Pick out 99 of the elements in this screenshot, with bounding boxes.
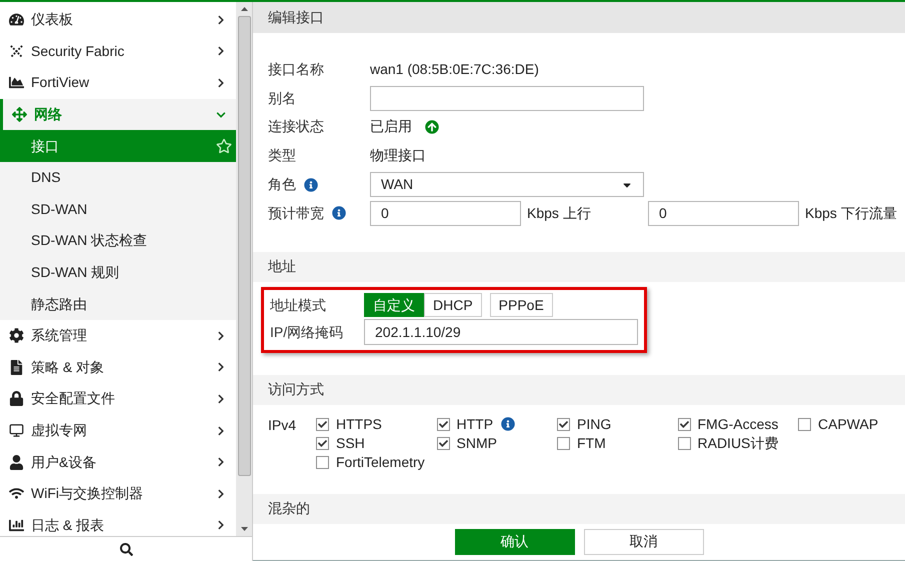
confirm-button[interactable]: 确认 — [454, 528, 574, 555]
sidebar-item-label: 日志 & 报表 — [31, 516, 106, 535]
gear-icon — [9, 328, 24, 344]
sidebar-item-label: Security Fabric — [31, 42, 126, 61]
unit-label: Kbps 上行 — [527, 204, 592, 223]
unit-label: Kbps 下行流量 — [805, 204, 897, 223]
downstream-input[interactable]: 0 — [648, 200, 799, 226]
chevron-right-icon — [216, 14, 226, 25]
chevron-right-icon — [216, 330, 226, 341]
checkbox[interactable] — [798, 418, 811, 431]
chevron-down-icon — [216, 110, 226, 120]
chevron-right-icon — [216, 457, 226, 468]
wifi-icon — [9, 486, 24, 502]
protocol-label: IPv4 — [268, 416, 298, 435]
field-label: 连接状态 — [268, 117, 324, 136]
sidebar-subitem[interactable]: SD-WAN 规则 — [0, 256, 236, 288]
alias-input[interactable] — [370, 86, 644, 111]
user-icon — [9, 454, 24, 470]
search-icon — [120, 542, 132, 556]
mode-option[interactable]: DHCP — [424, 293, 482, 318]
sidebar-subitem[interactable]: 静态路由 — [0, 288, 236, 320]
checkbox-label: PING — [577, 414, 612, 434]
sidebar-item-label: 策略 & 对象 — [31, 358, 106, 377]
cancel-button[interactable]: 取消 — [584, 528, 704, 555]
checkbox[interactable] — [436, 436, 450, 450]
checkbox-label: RADIUS计费 — [698, 434, 778, 453]
mode-option[interactable]: PPPoE — [490, 293, 553, 318]
section-header: 混杂的 — [253, 494, 905, 524]
chevron-right-icon — [216, 46, 226, 56]
field-value: 已启用 — [370, 117, 412, 136]
sidebar-subitem[interactable]: SD-WAN 状态检查 — [0, 225, 236, 257]
checkbox[interactable] — [436, 418, 450, 431]
sidebar-item-label: 仪表板 — [31, 10, 74, 30]
upstream-input[interactable]: 0 — [370, 200, 521, 226]
sidebar-item-label: 用户&设备 — [31, 452, 98, 472]
ip-input[interactable]: 202.1.1.10/29 — [364, 319, 638, 346]
field-label: 类型 — [268, 146, 296, 166]
sidebar-subitem-label: SD-WAN — [31, 200, 88, 219]
checkbox-label: HTTPS — [336, 414, 382, 434]
sidebar-item[interactable]: 网络 — [0, 98, 236, 130]
lock-icon — [9, 391, 24, 406]
sidebar-item-label: WiFi与交换控制器 — [31, 484, 144, 504]
chevron-right-icon — [216, 78, 226, 88]
checkbox-label: SNMP — [456, 434, 497, 453]
field-label: 角色 — [268, 175, 296, 194]
checkbox-label: SSH — [336, 434, 365, 453]
sidebar-item-label: 系统管理 — [31, 326, 88, 346]
sidebar-subitem[interactable]: SD-WAN — [0, 194, 236, 226]
dashboard-icon — [9, 12, 24, 28]
sidebar-subitem[interactable]: DNS — [0, 162, 236, 194]
section-header: 地址 — [253, 252, 905, 282]
checkbox[interactable] — [678, 436, 690, 450]
checkbox-label: HTTP — [456, 414, 494, 434]
mode-option[interactable]: 自定义 — [364, 293, 424, 318]
chevron-right-icon — [216, 488, 226, 499]
sidebar-item-label: 网络 — [34, 105, 63, 124]
monitor-icon — [9, 423, 24, 438]
checkbox[interactable] — [316, 456, 329, 469]
sidebar-subitem-label: 静态路由 — [31, 294, 88, 314]
scroll-up-icon[interactable] — [240, 7, 248, 11]
document-icon — [9, 360, 24, 375]
checkbox-label: FMG-Access — [698, 414, 778, 434]
checkbox[interactable] — [678, 418, 690, 431]
field-label: 别名 — [268, 88, 296, 108]
chevron-right-icon — [216, 520, 226, 530]
checkbox-label: CAPWAP — [818, 414, 878, 434]
star-icon[interactable] — [216, 138, 232, 154]
field-label: 接口名称 — [268, 60, 324, 79]
sidebar-subitem-label: SD-WAN 规则 — [31, 263, 120, 282]
field-label: 预计带宽 — [268, 204, 324, 223]
chevron-right-icon — [216, 426, 226, 436]
sidebar-subitem[interactable]: 接口 — [0, 130, 236, 162]
sidebar-subitem-label: 接口 — [31, 136, 60, 156]
checkbox[interactable] — [557, 436, 570, 450]
role-select[interactable]: WAN — [370, 172, 644, 198]
field-label: 地址模式 — [270, 296, 327, 315]
sidebar-subitem-label: DNS — [31, 168, 62, 188]
checkbox-label: FTM — [577, 434, 606, 453]
section-header: 访问方式 — [253, 374, 905, 405]
checkbox[interactable] — [316, 436, 329, 450]
sidebar-subitem-label: SD-WAN 状态检查 — [31, 231, 148, 250]
bar-chart-icon — [9, 518, 24, 533]
field-value: wan1 (08:5B:0E:7C:36:DE) — [370, 60, 539, 79]
scrollbar[interactable] — [236, 2, 252, 536]
chevron-right-icon — [216, 394, 226, 404]
checkbox[interactable] — [316, 418, 329, 431]
panel-title: 编辑接口 — [253, 2, 905, 33]
sidebar-item-label: 安全配置文件 — [31, 389, 116, 408]
field-label: IP/网络掩码 — [270, 322, 344, 342]
checkbox-label: FortiTelemetry — [336, 452, 425, 472]
area-chart-icon — [9, 75, 24, 90]
scroll-down-icon[interactable] — [240, 527, 248, 531]
cross-dashed-icon — [9, 44, 24, 59]
move-arrows-icon — [12, 107, 27, 122]
checkbox[interactable] — [557, 418, 570, 431]
sidebar-item-label: FortiView — [31, 73, 90, 92]
field-value: 物理接口 — [370, 146, 426, 166]
chevron-right-icon — [216, 362, 226, 372]
sidebar-item-label: 虚拟专网 — [31, 421, 88, 440]
